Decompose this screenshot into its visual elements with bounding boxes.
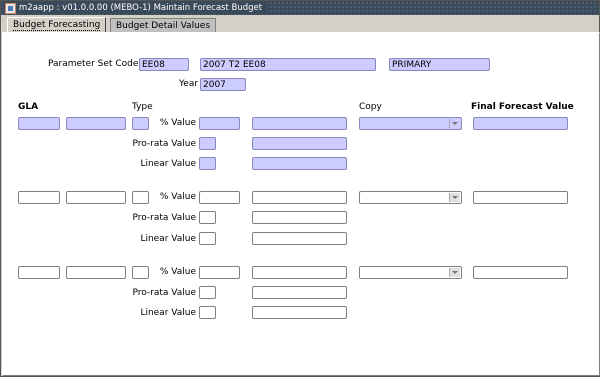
percent-value-label-3: % Value [159, 267, 196, 277]
linear-value-amount-3[interactable] [252, 306, 347, 319]
tab-budget-detail-values[interactable]: Budget Detail Values [110, 18, 217, 33]
final-forecast-value-field-2[interactable] [473, 191, 568, 204]
prorata-value-amount-3[interactable] [252, 286, 347, 299]
percent-value-amount-1[interactable] [252, 117, 347, 130]
tab-budget-forecasting[interactable]: Budget Forecasting [7, 17, 107, 33]
chevron-down-icon[interactable] [449, 268, 460, 277]
copy-dropdown-3[interactable] [359, 266, 462, 279]
linear-value-amount-2[interactable] [252, 232, 347, 245]
linear-value-label-1: Linear Value [140, 159, 196, 169]
percent-value-field-3[interactable] [199, 266, 240, 279]
title-bar: m2aapp : v01.0.0.00 (MEBO-1) Maintain Fo… [1, 1, 599, 15]
type-field-1[interactable] [132, 117, 149, 130]
prorata-value-check-1[interactable] [199, 137, 216, 150]
percent-value-field-2[interactable] [199, 191, 240, 204]
app-icon [5, 2, 16, 14]
parameter-set-code-field[interactable]: EE08 [139, 58, 189, 71]
linear-value-label-3: Linear Value [140, 308, 196, 318]
gla-field-2b[interactable] [66, 191, 126, 204]
prorata-value-amount-2[interactable] [252, 211, 347, 224]
prorata-value-label-2: Pro-rata Value [132, 213, 196, 223]
type-field-3[interactable] [132, 266, 149, 279]
percent-value-amount-2[interactable] [252, 191, 347, 204]
parameter-set-code-label: Parameter Set Code [48, 59, 139, 69]
parameter-description-field[interactable]: 2007 T2 EE08 [200, 58, 376, 71]
linear-value-check-1[interactable] [199, 157, 216, 170]
linear-value-check-2[interactable] [199, 232, 216, 245]
prorata-value-amount-1[interactable] [252, 137, 347, 150]
chevron-down-icon[interactable] [449, 119, 460, 128]
tab-bar: Budget Forecasting Budget Detail Values [1, 16, 599, 33]
year-field[interactable]: 2007 [200, 78, 246, 91]
copy-dropdown-1[interactable] [359, 117, 462, 130]
linear-value-check-3[interactable] [199, 306, 216, 319]
linear-value-label-2: Linear Value [140, 234, 196, 244]
gla-field-3b[interactable] [66, 266, 126, 279]
percent-value-field-1[interactable] [199, 117, 240, 130]
gla-field-2a[interactable] [18, 191, 60, 204]
prorata-value-label-1: Pro-rata Value [132, 139, 196, 149]
chevron-down-icon[interactable] [449, 193, 460, 202]
prorata-value-check-2[interactable] [199, 211, 216, 224]
gla-field-1b[interactable] [66, 117, 126, 130]
percent-value-amount-3[interactable] [252, 266, 347, 279]
year-label: Year [179, 79, 199, 89]
copy-dropdown-2[interactable] [359, 191, 462, 204]
prorata-value-check-3[interactable] [199, 286, 216, 299]
budget-forecasting-panel: Parameter Set Code EE08 2007 T2 EE08 PRI… [2, 32, 600, 376]
app-window: m2aapp : v01.0.0.00 (MEBO-1) Maintain Fo… [0, 0, 600, 377]
window-title: m2aapp : v01.0.0.00 (MEBO-1) Maintain Fo… [19, 3, 263, 13]
final-forecast-value-field-3[interactable] [473, 266, 568, 279]
percent-value-label-2: % Value [159, 192, 196, 202]
gla-header: GLA [18, 102, 39, 112]
parameter-type-field[interactable]: PRIMARY [389, 58, 490, 71]
linear-value-amount-1[interactable] [252, 157, 347, 170]
percent-value-label-1: % Value [159, 118, 196, 128]
copy-header: Copy [359, 102, 382, 112]
final-forecast-value-field-1[interactable] [473, 117, 568, 130]
type-header: Type [132, 102, 153, 112]
type-field-2[interactable] [132, 191, 149, 204]
prorata-value-label-3: Pro-rata Value [132, 288, 196, 298]
gla-field-3a[interactable] [18, 266, 60, 279]
gla-field-1a[interactable] [18, 117, 60, 130]
final-forecast-value-header: Final Forecast Value [471, 102, 574, 112]
